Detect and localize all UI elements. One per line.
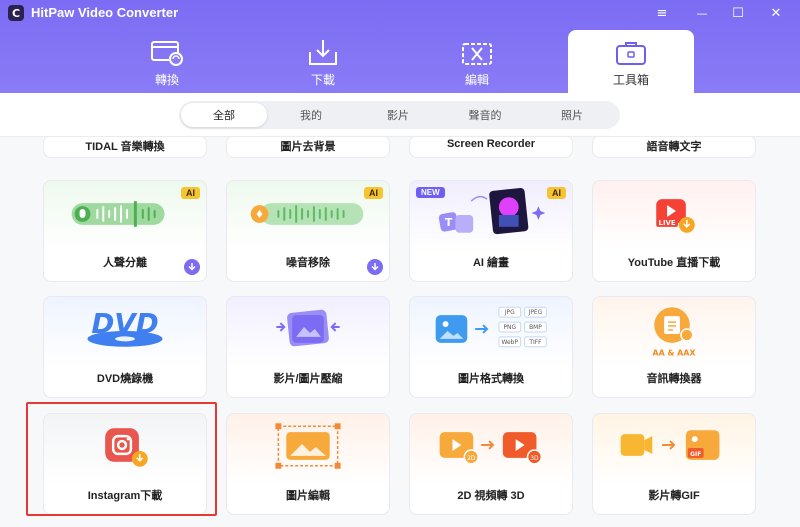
tab-label: 下載	[310, 73, 335, 87]
tab-label: 編輯	[464, 73, 489, 87]
tool-card-instagram-download[interactable]: Instagram下載	[43, 413, 207, 515]
tab-download[interactable]: 下載	[260, 30, 386, 93]
category-filter: 全部 我的 影片 聲音的 照片	[179, 101, 620, 129]
tool-name: 人聲分離	[103, 257, 147, 269]
youtube-live-icon: LIVE	[656, 199, 695, 233]
dvd-text: DVD	[91, 307, 158, 340]
voice-separation-icon	[71, 201, 165, 227]
filter-photo[interactable]: 照片	[529, 103, 615, 127]
instagram-icon	[105, 428, 148, 467]
format-label: JPG	[504, 310, 515, 316]
minimize-button[interactable]: —	[684, 0, 720, 26]
tool-name: 音訊轉換器	[646, 373, 702, 385]
tool-card-bg-remove[interactable]: 圖片去背景	[226, 137, 390, 158]
download-badge-icon[interactable]	[367, 259, 383, 275]
tool-name: 噪音移除	[286, 257, 330, 269]
tool-card-noise-removal[interactable]: AI 噪音移除	[226, 180, 390, 282]
tool-name: 圖片格式轉換	[458, 373, 524, 385]
tab-edit[interactable]: 編輯	[414, 30, 540, 93]
tool-card-video-to-gif[interactable]: GIF 影片轉GIF	[592, 413, 756, 515]
filter-video[interactable]: 影片	[355, 103, 441, 127]
toolbox-icon	[616, 42, 646, 65]
tool-name: TIDAL 音樂轉換	[85, 141, 165, 153]
tool-card-image-edit[interactable]: 圖片編輯	[226, 413, 390, 515]
image-edit-icon	[275, 423, 341, 469]
tool-name: 影片轉GIF	[648, 490, 700, 502]
tool-card-ai-painting[interactable]: NEW AI T AI 繪畫	[409, 180, 573, 282]
tool-name: DVD燒錄機	[96, 373, 154, 385]
tool-name: 語音轉文字	[646, 141, 702, 153]
filter-mine[interactable]: 我的	[268, 103, 354, 127]
tool-card-2d-to-3d[interactable]: 2D 3D 2D 視頻轉 3D	[409, 413, 573, 515]
live-label: LIVE	[659, 219, 676, 227]
audio-converter-icon: AA & AAX	[653, 307, 696, 358]
tool-name: AI 繪畫	[472, 257, 510, 269]
title-bar: C HitPaw Video Converter ≡ — ☐ ✕	[0, 0, 800, 26]
to-label: 3D	[530, 456, 539, 462]
tab-label: 轉換	[154, 73, 179, 87]
tool-card-speech-to-text[interactable]: 語音轉文字	[592, 137, 756, 158]
svg-text:T: T	[445, 216, 453, 229]
image-format-icon: JPG JPEG PNG BMP WebP TIFF	[435, 306, 547, 348]
format-label: TIFF	[528, 340, 542, 346]
tool-card-tidal[interactable]: TIDAL 音樂轉換	[43, 137, 207, 158]
tab-convert[interactable]: 轉換	[104, 30, 230, 93]
compress-icon	[276, 309, 340, 347]
filter-all[interactable]: 全部	[181, 103, 267, 127]
gif-label: GIF	[690, 452, 701, 458]
noise-removal-icon	[250, 203, 364, 225]
video-to-gif-icon: GIF	[620, 430, 720, 460]
edit-icon	[462, 43, 492, 65]
tool-card-compress[interactable]: 影片/圖片壓縮	[226, 296, 390, 398]
filter-bar: 全部 我的 影片 聲音的 照片	[0, 93, 800, 137]
tools-grid: TIDAL 音樂轉換 圖片去背景 Screen Recorder 語音轉文字 A…	[0, 137, 800, 527]
tool-name: 圖片編輯	[286, 490, 330, 502]
tool-card-dvd-burner[interactable]: DVD DVD燒錄機	[43, 296, 207, 398]
download-badge-icon[interactable]	[184, 259, 200, 275]
app-title: HitPaw Video Converter	[31, 5, 179, 20]
format-label: JPEG	[528, 310, 543, 316]
tool-name: 影片/圖片壓縮	[273, 373, 343, 385]
tab-label: 工具箱	[612, 73, 649, 87]
app-logo-icon: C	[8, 5, 24, 21]
menu-button[interactable]: ≡	[644, 0, 680, 26]
format-label: WebP	[502, 340, 519, 346]
ai-painting-icon: T	[438, 187, 546, 235]
dvd-icon: DVD	[87, 307, 163, 347]
tool-card-voice-separation[interactable]: AI 人聲分離	[43, 180, 207, 282]
tool-name: Screen Recorder	[446, 138, 536, 150]
download-icon	[309, 40, 337, 65]
format-label: PNG	[503, 325, 516, 331]
format-text: AA & AAX	[653, 349, 696, 358]
tab-toolbox[interactable]: 工具箱	[568, 30, 694, 93]
tool-card-audio-converter[interactable]: AA & AAX 音訊轉換器	[592, 296, 756, 398]
maximize-button[interactable]: ☐	[720, 0, 756, 26]
tool-card-screen-recorder[interactable]: Screen Recorder	[409, 137, 573, 158]
tool-name: 2D 視頻轉 3D	[457, 490, 525, 502]
tool-name: YouTube 直播下載	[627, 257, 721, 269]
close-button[interactable]: ✕	[758, 0, 794, 26]
tool-name: Instagram下載	[87, 490, 163, 502]
tool-name: 圖片去背景	[280, 141, 336, 153]
format-label: BMP	[529, 325, 542, 331]
convert-icon	[151, 41, 183, 66]
app-header: C HitPaw Video Converter ≡ — ☐ ✕ 轉換 下載 編…	[0, 0, 800, 93]
tool-card-image-format[interactable]: JPG JPEG PNG BMP WebP TIFF 圖片格式轉換	[409, 296, 573, 398]
filter-audio[interactable]: 聲音的	[442, 103, 528, 127]
from-label: 2D	[467, 456, 476, 462]
tool-card-youtube-live[interactable]: LIVE YouTube 直播下載	[592, 180, 756, 282]
2d-to-3d-icon: 2D 3D	[439, 432, 543, 465]
